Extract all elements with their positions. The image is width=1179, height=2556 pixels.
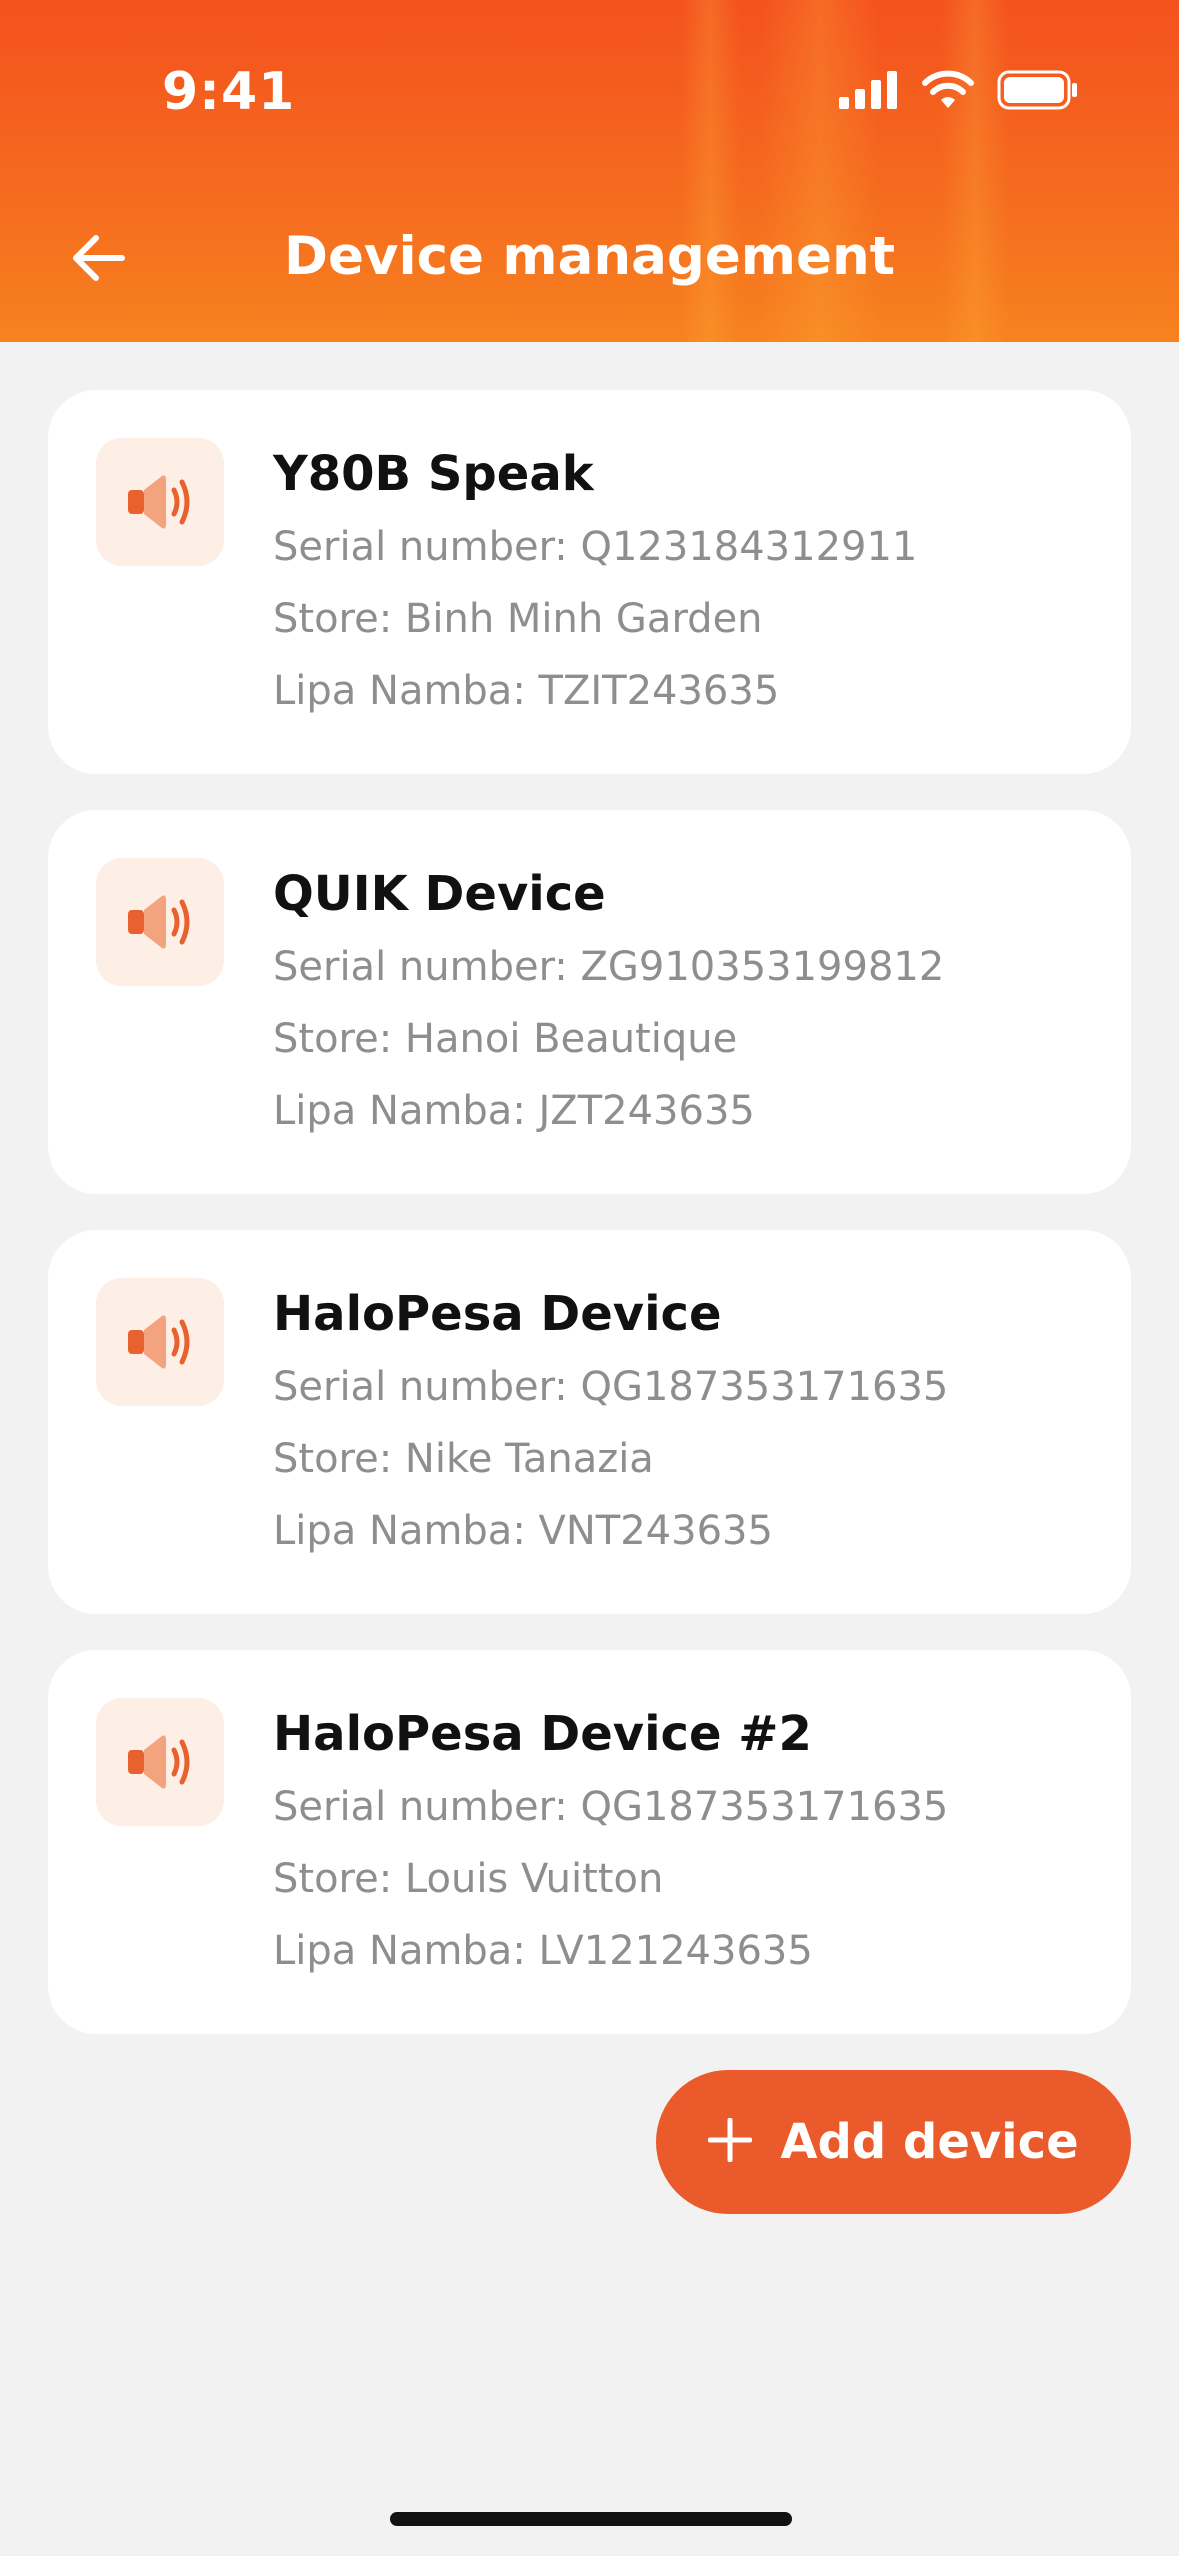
device-card[interactable]: QUIK Device Serial number: ZG91035319981… <box>48 810 1131 1194</box>
speaker-icon <box>96 1698 224 1826</box>
device-lipa-namba: Lipa Namba: JZT243635 <box>273 1088 755 1134</box>
status-icons <box>839 70 1079 114</box>
device-lipa-namba: Lipa Namba: LV121243635 <box>273 1928 813 1974</box>
header-sheen <box>760 0 880 342</box>
device-name: HaloPesa Device <box>273 1286 722 1342</box>
device-name: HaloPesa Device #2 <box>273 1706 812 1762</box>
cellular-signal-icon <box>839 71 899 113</box>
device-store: Store: Nike Tanazia <box>273 1436 654 1482</box>
device-serial: Serial number: QG187353171635 <box>273 1364 949 1410</box>
device-store: Store: Louis Vuitton <box>273 1856 664 1902</box>
device-serial: Serial number: ZG910353199812 <box>273 944 945 990</box>
speaker-icon <box>96 858 224 986</box>
add-device-label: Add device <box>780 2114 1079 2170</box>
device-store: Store: Hanoi Beautique <box>273 1016 738 1062</box>
plus-icon <box>707 2117 753 2166</box>
device-lipa-namba: Lipa Namba: TZIT243635 <box>273 668 780 714</box>
app-header: 9:41 Device management <box>0 0 1179 342</box>
device-serial: Serial number: QG187353171635 <box>273 1784 949 1830</box>
header-sheen <box>680 0 740 342</box>
add-device-button[interactable]: Add device <box>656 2070 1131 2214</box>
home-indicator[interactable] <box>390 2512 792 2526</box>
device-card[interactable]: HaloPesa Device Serial number: QG1873531… <box>48 1230 1131 1614</box>
battery-icon <box>997 70 1079 114</box>
device-store: Store: Binh Minh Garden <box>273 596 763 642</box>
speaker-icon <box>96 1278 224 1406</box>
device-lipa-namba: Lipa Namba: VNT243635 <box>273 1508 773 1554</box>
device-management-screen: 9:41 Device management Y80B Speak Serial… <box>0 0 1179 2556</box>
header-sheen <box>940 0 1010 342</box>
device-name: Y80B Speak <box>273 446 594 502</box>
device-serial: Serial number: Q123184312911 <box>273 524 918 570</box>
wifi-icon <box>921 70 975 114</box>
device-name: QUIK Device <box>273 866 606 922</box>
speaker-icon <box>96 438 224 566</box>
device-card[interactable]: Y80B Speak Serial number: Q123184312911 … <box>48 390 1131 774</box>
page-title: Device management <box>283 226 896 287</box>
status-time: 9:41 <box>162 62 296 122</box>
device-card[interactable]: HaloPesa Device #2 Serial number: QG1873… <box>48 1650 1131 2034</box>
